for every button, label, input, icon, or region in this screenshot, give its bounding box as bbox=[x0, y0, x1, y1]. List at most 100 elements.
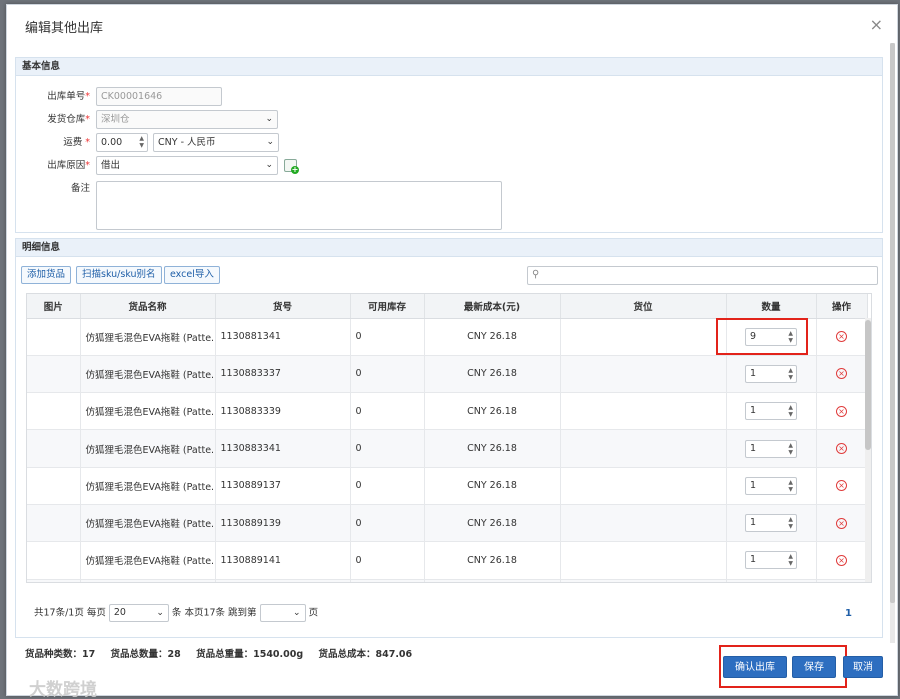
cell-action: × bbox=[816, 392, 868, 431]
cell-cost: CNY 26.18 bbox=[424, 429, 561, 468]
search-input[interactable]: ⚲ bbox=[527, 266, 878, 285]
cell-cost: CNY 26.18 bbox=[424, 318, 561, 356]
cell-qty: 1 ▲▼ bbox=[726, 355, 817, 394]
reason-select[interactable]: 借出 ⌄ bbox=[96, 156, 278, 175]
cell-qty: 1 ▲▼ bbox=[726, 541, 817, 580]
col-name: 货品名称 bbox=[80, 294, 216, 319]
pager-total: 共17条/1页 每页 bbox=[34, 607, 106, 619]
col-image: 图片 bbox=[27, 294, 81, 319]
delete-row-icon[interactable]: × bbox=[836, 368, 847, 380]
summary-kinds: 货品种类数：17 bbox=[25, 649, 96, 660]
delete-row-icon[interactable]: × bbox=[836, 480, 847, 492]
basic-info-section: 基本信息 出库单号* CK00001646 发货仓库* 深圳仓 ⌄ 运费 * 0.… bbox=[15, 57, 883, 233]
cancel-button[interactable]: 取消 bbox=[843, 656, 883, 678]
col-cost: 最新成本(元) bbox=[424, 294, 561, 319]
cell-sku: 1130883337 bbox=[215, 355, 351, 394]
excel-import-button[interactable]: excel导入 bbox=[164, 266, 220, 284]
summary-bar: 货品种类数：17 货品总数量：28 货品总重量：1540.00g 货品总成本：8… bbox=[25, 646, 424, 660]
delete-row-icon[interactable]: × bbox=[836, 517, 847, 529]
delete-row-icon[interactable]: × bbox=[836, 554, 847, 566]
dialog-scrollbar[interactable] bbox=[890, 43, 895, 643]
delete-row-icon[interactable]: × bbox=[836, 443, 847, 455]
cell-action: × bbox=[816, 579, 868, 582]
table-header-row: 图片 货品名称 货号 可用库存 最新成本(元) 货位 数量 操作 bbox=[27, 294, 868, 319]
cell-sku: 1130889137 bbox=[215, 467, 351, 505]
stepper-icon[interactable]: ▲ ▼ bbox=[788, 367, 793, 381]
cell-location bbox=[560, 392, 727, 431]
confirm-outbound-button[interactable]: 确认出库 bbox=[723, 656, 787, 678]
warehouse-select[interactable]: 深圳仓 ⌄ bbox=[96, 110, 278, 129]
table-row: 仿狐狸毛混色EVA拖鞋 (Patte... 1130883337 0 CNY 26.1… bbox=[27, 355, 868, 394]
table-scrollbar[interactable] bbox=[865, 318, 871, 582]
cell-name: 仿狐狸毛混色EVA拖鞋 (Patte... bbox=[80, 579, 216, 582]
watermark-logo: 大数跨境 bbox=[29, 680, 97, 699]
cell-name: 仿狐狸毛混色EVA拖鞋 (Patte... bbox=[80, 504, 216, 543]
quantity-stepper[interactable]: 1 ▲ ▼ bbox=[745, 439, 797, 458]
stepper-icon[interactable]: ▲ ▼ bbox=[788, 553, 793, 567]
quantity-value: 1 bbox=[750, 367, 757, 379]
summary-cost: 货品总成本：847.06 bbox=[318, 649, 413, 660]
cell-sku: 1130883341 bbox=[215, 429, 351, 468]
cell-sku: 1130889141 bbox=[215, 541, 351, 580]
scan-sku-button[interactable]: 扫描sku/sku别名 bbox=[76, 266, 162, 284]
cell-cost: CNY 26.18 bbox=[424, 579, 561, 582]
cell-image bbox=[27, 318, 81, 356]
close-icon[interactable]: × bbox=[870, 15, 883, 34]
cell-image bbox=[27, 429, 81, 468]
quantity-stepper[interactable]: 1 ▲ ▼ bbox=[745, 364, 797, 383]
currency-select[interactable]: CNY - 人民币 ⌄ bbox=[153, 133, 279, 152]
quantity-value: 1 bbox=[750, 442, 757, 454]
table-row: 仿狐狸毛混色EVA拖鞋 (Patte... 1130889139 0 CNY 26.1… bbox=[27, 504, 868, 543]
cell-qty: 1 ▲▼ bbox=[726, 429, 817, 468]
cell-qty: 1▲▼ bbox=[726, 579, 817, 582]
pager-suffix: 页 bbox=[308, 607, 319, 619]
cell-cost: CNY 26.18 bbox=[424, 355, 561, 394]
quantity-stepper[interactable]: 1 ▲ ▼ bbox=[745, 476, 797, 495]
jump-page-select[interactable]: ⌄ bbox=[259, 604, 306, 622]
summary-qty: 货品总数量：28 bbox=[110, 649, 181, 660]
save-button[interactable]: 保存 bbox=[792, 656, 836, 678]
cell-stock: 0 bbox=[350, 429, 425, 468]
cell-name: 仿狐狸毛混色EVA拖鞋 (Patte... bbox=[80, 318, 216, 356]
cell-name: 仿狐狸毛混色EVA拖鞋 (Patte... bbox=[80, 355, 216, 394]
table-scroll-thumb[interactable] bbox=[865, 320, 871, 450]
cell-location bbox=[560, 579, 727, 582]
quantity-value: 1 bbox=[750, 554, 757, 566]
cell-image bbox=[27, 392, 81, 431]
stepper-icon[interactable]: ▲ ▼ bbox=[139, 135, 144, 149]
cell-sku: 1130881341 bbox=[215, 318, 351, 356]
quantity-value: 1 bbox=[750, 405, 757, 417]
remark-textarea[interactable] bbox=[96, 181, 502, 230]
per-page-select[interactable]: 20 ⌄ bbox=[108, 604, 169, 622]
cell-name: 仿狐狸毛混色EVA拖鞋 (Patte... bbox=[80, 467, 216, 505]
order-no-input[interactable]: CK00001646 bbox=[96, 87, 222, 106]
search-icon: ⚲ bbox=[532, 269, 540, 280]
quantity-stepper[interactable]: 1 ▲ ▼ bbox=[745, 551, 797, 570]
cell-location bbox=[560, 318, 727, 356]
stepper-icon[interactable]: ▲ ▼ bbox=[788, 442, 793, 456]
delete-row-icon[interactable]: × bbox=[836, 331, 847, 343]
stepper-icon[interactable]: ▲ ▼ bbox=[788, 404, 793, 418]
freight-input[interactable]: 0.00 ▲ ▼ bbox=[96, 133, 148, 152]
cell-action: × bbox=[816, 318, 868, 356]
dialog-title: 编辑其他出库 bbox=[25, 21, 104, 36]
freight-label: 运费 * bbox=[63, 137, 90, 148]
quantity-value: 1 bbox=[750, 517, 757, 529]
stepper-icon[interactable]: ▲ ▼ bbox=[788, 516, 793, 530]
table-row: 仿狐狸毛混色EVA拖鞋 (Patte... 1130889141 0 CNY 26.1… bbox=[27, 541, 868, 580]
cell-action: × bbox=[816, 429, 868, 468]
dialog-scroll-thumb[interactable] bbox=[890, 43, 895, 603]
col-qty: 数量 bbox=[726, 294, 817, 319]
cell-image bbox=[27, 355, 81, 394]
add-reason-icon[interactable] bbox=[284, 159, 299, 174]
delete-row-icon[interactable]: × bbox=[836, 405, 847, 417]
add-goods-button[interactable]: 添加货品 bbox=[21, 266, 72, 284]
current-page-link[interactable]: 1 bbox=[845, 608, 852, 619]
quantity-stepper[interactable]: 1 ▲ ▼ bbox=[745, 514, 797, 533]
chevron-down-icon: ⌄ bbox=[265, 114, 273, 124]
cell-stock: 0 bbox=[350, 579, 425, 582]
cell-cost: CNY 26.18 bbox=[424, 467, 561, 505]
quantity-stepper[interactable]: 1 ▲ ▼ bbox=[745, 402, 797, 421]
stepper-icon[interactable]: ▲ ▼ bbox=[788, 479, 793, 493]
cell-image bbox=[27, 504, 81, 543]
